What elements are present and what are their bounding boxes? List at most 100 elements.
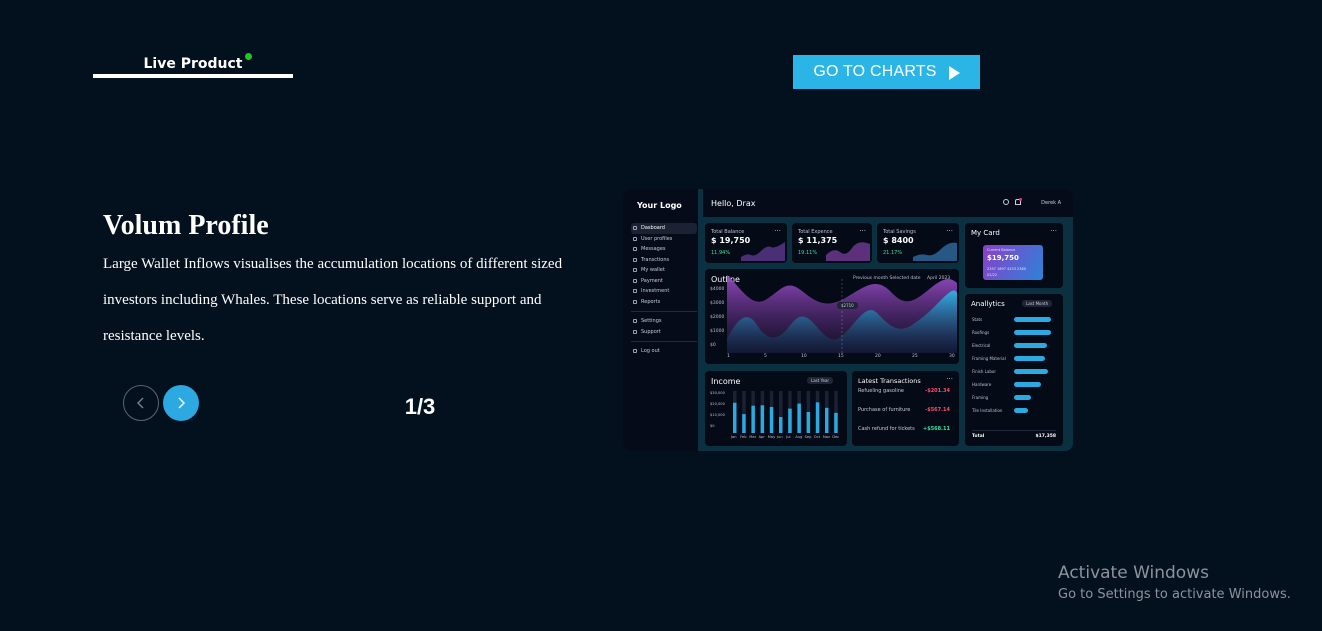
go-to-charts-button[interactable]: GO TO CHARTS	[793, 55, 980, 89]
income-month-label: Nov	[823, 435, 831, 439]
my-card-title: My Card	[971, 229, 1000, 237]
transaction-row: Purchase of furniture -$567.14	[858, 407, 950, 413]
dashboard-icon	[633, 226, 637, 231]
outline-x-tick: 30	[949, 354, 955, 359]
stat-card: Total Balance $ 19,750 11.94% ···	[705, 223, 787, 263]
analytics-row-label: Electrical	[972, 342, 991, 348]
previous-slide-button[interactable]	[123, 385, 159, 421]
activation-subtitle: Go to Settings to activate Windows.	[1058, 587, 1291, 602]
analytics-total-label: Total	[972, 434, 985, 439]
income-title: Income	[711, 377, 741, 386]
credit-card-label: Current Balance	[987, 248, 1016, 252]
stat-card-value: $ 8400	[883, 236, 914, 245]
analytics-row-label: Framing Material	[972, 355, 1006, 361]
stat-card-percent: 19.11%	[798, 250, 818, 256]
preview-logo: Your Logo	[637, 201, 682, 210]
income-y-tick: $0	[710, 424, 715, 428]
slide-title: Volum Profile	[103, 210, 269, 241]
transaction-amount: -$567.14	[925, 407, 950, 413]
notification-dot-icon	[1019, 198, 1022, 201]
sparkline	[913, 242, 957, 261]
income-bar	[788, 408, 792, 433]
income-month-label: Feb	[740, 435, 747, 439]
logout-icon	[633, 349, 637, 354]
preview-menu: Dasboard User profiles Messages Transcti…	[631, 223, 697, 357]
outline-y-tick: $2000	[710, 315, 725, 320]
chevron-right-icon	[178, 397, 185, 409]
analytics-row-bar	[1014, 407, 1028, 413]
income-month-label: Jun	[777, 435, 783, 439]
live-product-tab[interactable]: Live Product	[93, 52, 293, 78]
transaction-row: Refueling gasoline -$201.34	[858, 388, 950, 394]
analytics-row-bar	[1014, 342, 1047, 348]
income-y-tick: $20,000	[710, 402, 725, 406]
income-filter: Last Year	[807, 377, 834, 384]
income-month-label: May	[767, 435, 776, 439]
analytics-row-bar	[1014, 316, 1051, 322]
windows-activation-watermark: Activate Windows Go to Settings to activ…	[1058, 563, 1291, 602]
outline-y-tick: $3000	[710, 301, 725, 306]
outline-y-tick: $0	[710, 343, 716, 348]
wallet-icon	[633, 268, 637, 273]
live-indicator-icon	[245, 53, 252, 60]
transaction-amount: -$201.34	[925, 388, 950, 394]
income-month-label: Dec	[832, 435, 840, 439]
outline-x-tick: 1	[727, 354, 730, 359]
outline-x-tick: 10	[801, 354, 807, 359]
next-slide-button[interactable]	[163, 385, 199, 421]
preview-menu-item: Investment	[631, 286, 697, 297]
preview-divider	[631, 311, 697, 312]
stat-card-percent: 21.17%	[883, 250, 903, 256]
support-icon	[633, 329, 637, 334]
income-panel: Income Last Year $30,000 $20,000 $10,000 $0…	[705, 371, 847, 446]
outline-x-tick: 20	[875, 354, 881, 359]
outline-y-tick: $4000	[710, 287, 725, 292]
income-bar	[815, 402, 820, 433]
users-icon	[633, 236, 637, 241]
analytics-row: Hardware	[972, 380, 1042, 388]
play-icon	[948, 66, 960, 80]
analytics-row: Framing	[972, 393, 1031, 401]
sparkline	[826, 242, 870, 261]
preview-menu-item: My wallet	[631, 265, 697, 276]
stat-card-title: Total Expence	[798, 229, 833, 235]
sparkline	[741, 242, 785, 261]
activation-title: Activate Windows	[1058, 563, 1209, 583]
dashboard-preview-image: Your Logo Dasboard User profiles Message…	[623, 189, 1073, 451]
income-y-tick: $10,000	[710, 413, 725, 417]
analytics-divider	[972, 430, 1056, 431]
income-bar	[834, 412, 838, 433]
analytics-row-bar	[1014, 394, 1031, 400]
income-bar-chart	[733, 391, 838, 433]
transactions-title: Latest Transactions	[858, 377, 921, 385]
more-icon: ···	[1050, 227, 1057, 235]
chevron-left-icon	[137, 397, 144, 409]
transaction-label: Refueling gasoline	[858, 388, 904, 394]
preview-menu-item: Dasboard	[631, 223, 697, 234]
slide-description: Large Wallet Inflows visualises the accu…	[103, 256, 563, 344]
live-product-label: Live Product	[143, 56, 243, 72]
income-month-label: Oct	[813, 435, 821, 439]
more-icon: ···	[946, 375, 953, 383]
analytics-row-label: Framing	[972, 394, 989, 400]
analytics-row: Tile Installation	[972, 406, 1028, 414]
analytics-row-label: Hardware	[972, 381, 992, 387]
my-card-panel: My Card ··· Current Balance $19,750 2357…	[965, 223, 1063, 288]
preview-menu-item: Log out	[631, 346, 697, 357]
analytics-row-bar	[1014, 355, 1046, 361]
analytics-row: Stats	[972, 315, 1051, 323]
income-month-label: Sep	[804, 435, 812, 439]
payment-icon	[633, 278, 637, 283]
stat-card-title: Total Savings	[883, 229, 916, 235]
analytics-row-label: Tile Installation	[972, 407, 1003, 413]
analytics-row-label: Roofings	[972, 329, 990, 335]
preview-sidebar: Your Logo Dasboard User profiles Message…	[623, 189, 698, 451]
preview-divider	[631, 341, 697, 342]
preview-menu-item: Payment	[631, 276, 697, 287]
income-bar	[806, 412, 811, 433]
reports-icon	[633, 299, 637, 304]
transaction-row: Cash refund for tickets +$568.11	[858, 426, 950, 432]
income-bar	[779, 417, 783, 433]
credit-card-expiry: 02/22	[987, 273, 998, 277]
outline-x-tick: 25	[912, 354, 918, 359]
